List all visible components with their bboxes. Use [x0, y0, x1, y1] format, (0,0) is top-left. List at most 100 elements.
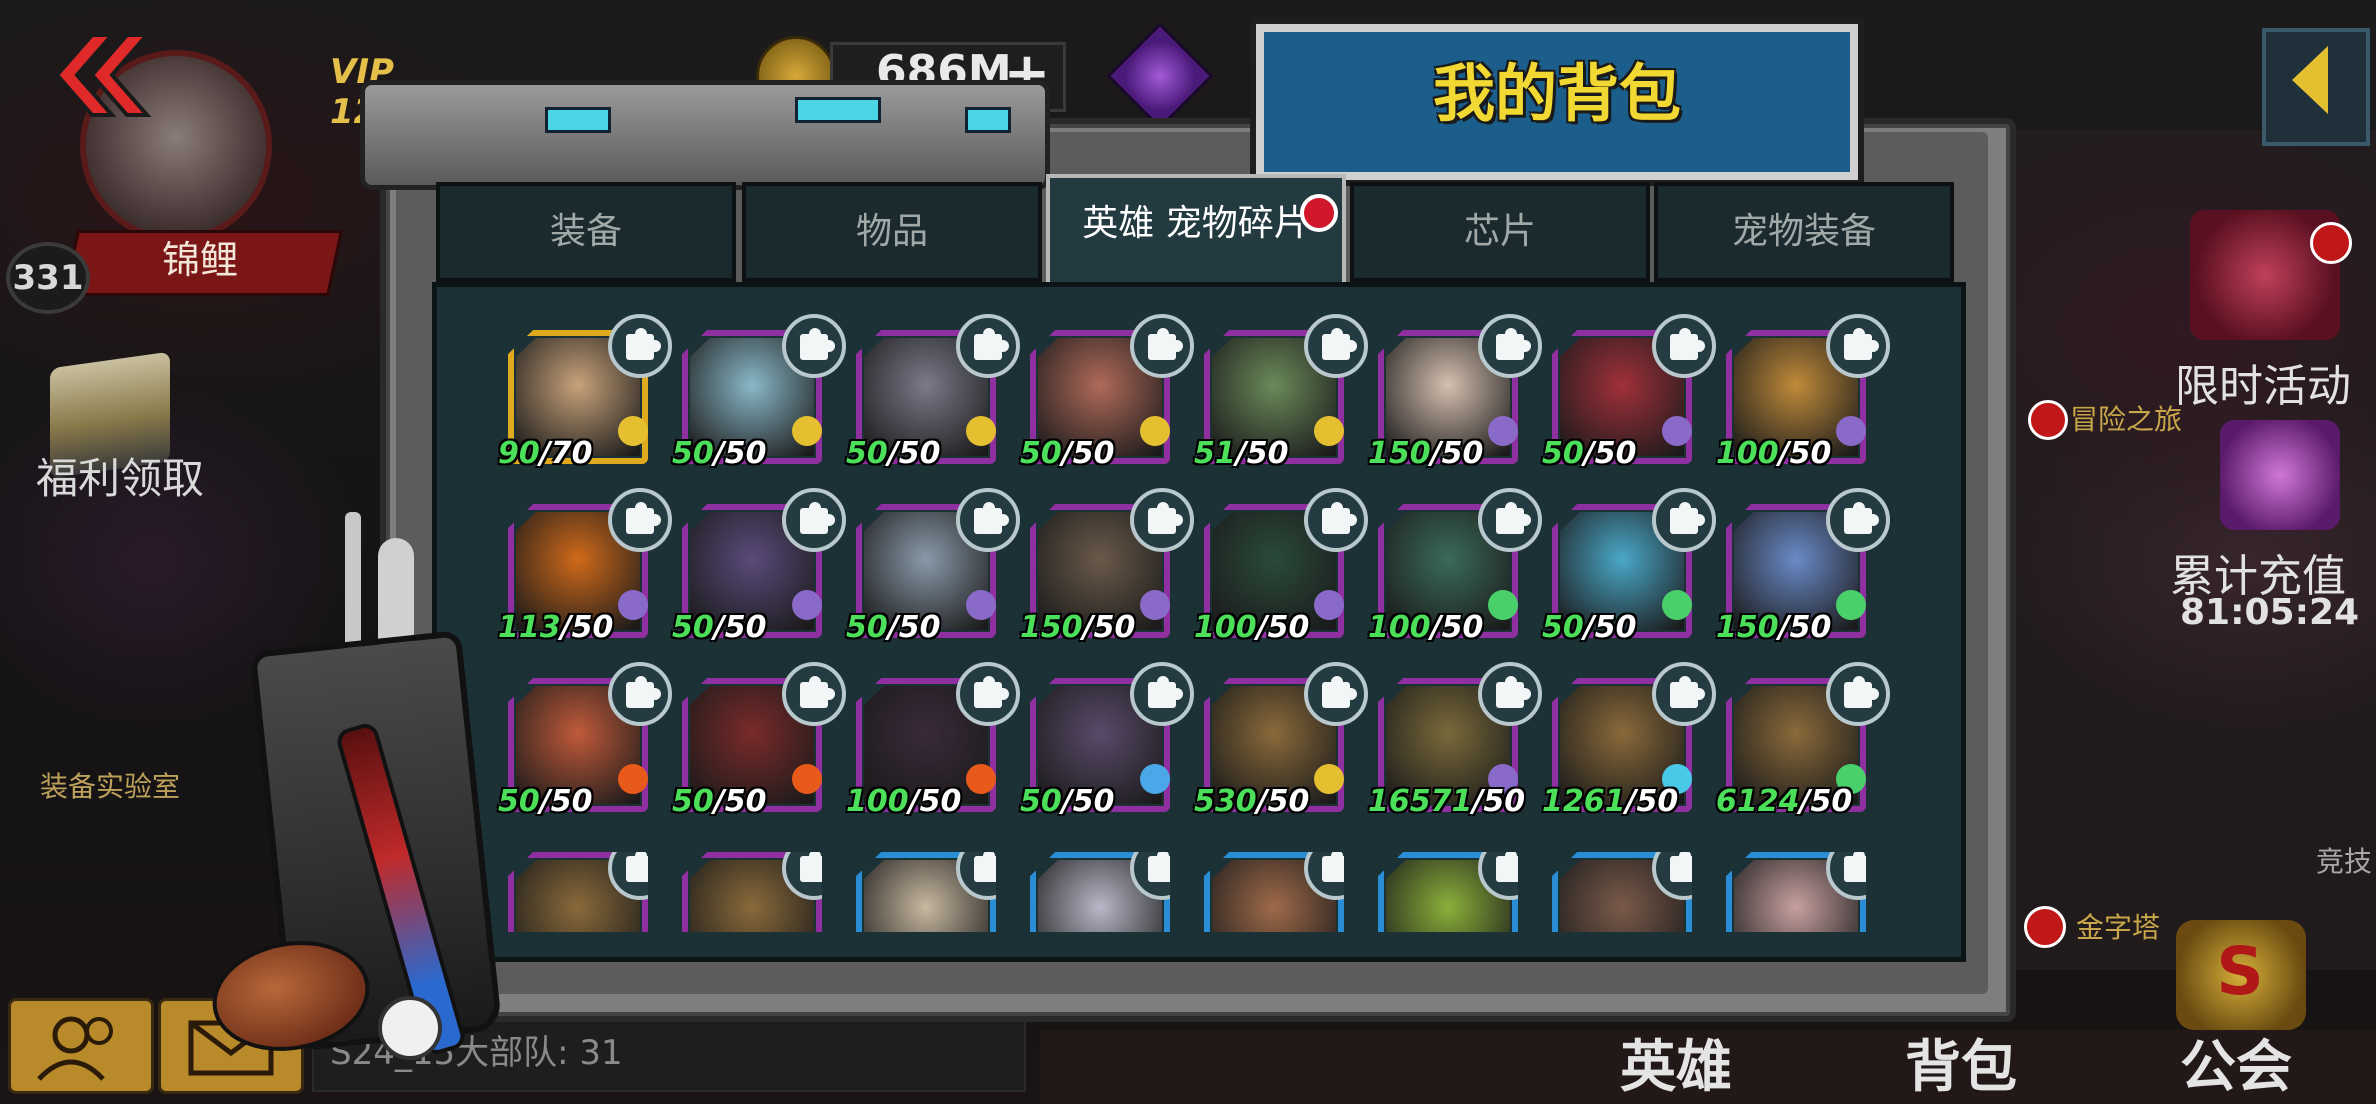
nav-guild[interactable]: 公会	[2180, 1022, 2340, 1100]
shard-card[interactable]: 530/50	[1194, 662, 1368, 819]
shard-count: 100/50	[1368, 610, 1538, 650]
arena-label[interactable]: 竞技	[2316, 840, 2376, 880]
shard-owned: 113	[498, 610, 561, 645]
shard-card[interactable]: 50/50	[846, 314, 1020, 471]
notification-dot	[2024, 906, 2066, 948]
welfare-label[interactable]: 福利领取	[20, 445, 220, 503]
shard-owned: 16571	[1368, 784, 1473, 819]
shard-card[interactable]: 1261/50	[1542, 662, 1716, 819]
recharge-icon[interactable]	[2220, 420, 2340, 530]
shard-count: 1261/50	[1542, 784, 1712, 824]
shard-owned: 51	[1194, 436, 1236, 471]
tab-hero-pet-shards[interactable]: 英雄 宠物碎片	[1046, 174, 1346, 286]
shard-count: 50/50	[1020, 436, 1190, 476]
recharge-label[interactable]: 累计充值	[2170, 540, 2370, 602]
shard-card[interactable]: 100/50	[1368, 488, 1542, 645]
shard-required: /50	[560, 610, 614, 645]
shard-required: /50	[1061, 784, 1115, 819]
shard-card[interactable]	[1378, 852, 1518, 932]
tab-pet-equipment[interactable]: 宠物装备	[1654, 182, 1954, 282]
puzzle-piece-icon	[1652, 488, 1716, 552]
puzzle-piece-icon	[1652, 662, 1716, 726]
equipment-lab-label[interactable]: 装备实验室	[40, 765, 230, 805]
limited-event-label[interactable]: 限时活动	[2175, 350, 2375, 412]
shard-owned: 50	[1542, 436, 1584, 471]
nav-hero[interactable]: 英雄	[1620, 1022, 1780, 1100]
shard-card[interactable]	[856, 852, 996, 932]
shard-required: /50	[887, 436, 941, 471]
shard-card[interactable]: 150/50	[1716, 488, 1890, 645]
shard-card[interactable]: 51/50	[1194, 314, 1368, 471]
puzzle-piece-icon	[1130, 314, 1194, 378]
puzzle-piece-icon	[956, 488, 1020, 552]
shard-count: 6124/50	[1716, 784, 1886, 824]
shard-card[interactable]: 100/50	[846, 662, 1020, 819]
tab-equipment[interactable]: 装备	[436, 182, 736, 282]
notification-dot	[2310, 222, 2352, 264]
shard-card[interactable]	[1204, 852, 1344, 932]
back-button[interactable]	[52, 30, 152, 120]
shard-card[interactable]: 50/50	[1020, 314, 1194, 471]
shard-count: 113/50	[498, 610, 668, 650]
shard-card[interactable]: 50/50	[672, 314, 846, 471]
shard-required: /50	[1799, 784, 1853, 819]
friends-icon	[37, 1016, 113, 1081]
ornament-light	[795, 97, 881, 123]
shard-card[interactable]	[1552, 852, 1692, 932]
shard-card[interactable]	[508, 852, 648, 932]
puzzle-piece-icon	[1304, 488, 1368, 552]
shard-owned: 150	[1020, 610, 1083, 645]
shard-card[interactable]: 50/50	[1542, 488, 1716, 645]
shard-required: /50	[1256, 610, 1310, 645]
shard-required: /50	[539, 784, 593, 819]
shard-card[interactable]: 100/50	[1716, 314, 1890, 471]
shard-card[interactable]: 16571/50	[1368, 662, 1542, 819]
shard-owned: 100	[1716, 436, 1779, 471]
shard-owned: 100	[1368, 610, 1431, 645]
shard-owned: 1261	[1542, 784, 1626, 819]
puzzle-piece-icon	[1826, 314, 1890, 378]
shard-card[interactable]: 100/50	[1194, 488, 1368, 645]
shard-card[interactable]: 113/50	[498, 488, 672, 645]
shard-card[interactable]: 150/50	[1020, 488, 1194, 645]
shard-card[interactable]: 50/50	[1020, 662, 1194, 819]
shard-card[interactable]: 90/70	[498, 314, 672, 471]
shard-card[interactable]: 50/50	[1542, 314, 1716, 471]
shard-count: 51/50	[1194, 436, 1364, 476]
shard-card[interactable]	[682, 852, 822, 932]
shard-owned: 50	[672, 436, 714, 471]
puzzle-piece-icon	[608, 488, 672, 552]
adventure-label[interactable]: 冒险之旅	[2070, 398, 2240, 438]
tab-chips[interactable]: 芯片	[1350, 182, 1650, 282]
ornament-light	[545, 107, 611, 133]
baseball-decoration	[378, 996, 442, 1060]
shard-required: /50	[908, 784, 962, 819]
puzzle-piece-icon	[1478, 488, 1542, 552]
tab-items[interactable]: 物品	[742, 182, 1042, 282]
shard-count: 50/50	[846, 436, 1016, 476]
shard-card[interactable]: 150/50	[1368, 314, 1542, 471]
nav-bag[interactable]: 背包	[1905, 1022, 2065, 1100]
shard-card[interactable]: 6124/50	[1716, 662, 1890, 819]
shard-card[interactable]: 50/50	[672, 488, 846, 645]
shard-card[interactable]	[1030, 852, 1170, 932]
puzzle-piece-icon	[1304, 314, 1368, 378]
shard-required: /50	[1430, 436, 1484, 471]
shard-card[interactable]: 50/50	[498, 662, 672, 819]
fork-decoration	[345, 512, 361, 662]
shard-required: /50	[1082, 610, 1136, 645]
shard-count: 50/50	[498, 784, 668, 824]
shard-count: 530/50	[1194, 784, 1364, 824]
shard-card[interactable]	[1726, 852, 1866, 932]
shard-required: /50	[1061, 436, 1115, 471]
puzzle-piece-icon	[1130, 488, 1194, 552]
puzzle-piece-icon	[1826, 662, 1890, 726]
shard-owned: 50	[672, 784, 714, 819]
friends-button[interactable]	[8, 998, 154, 1094]
shard-card[interactable]: 50/50	[672, 662, 846, 819]
player-level-badge: 331	[6, 242, 90, 314]
puzzle-piece-icon	[1652, 314, 1716, 378]
shard-owned: 50	[1020, 784, 1062, 819]
shard-card[interactable]: 50/50	[846, 488, 1020, 645]
shard-count: 16571/50	[1368, 784, 1538, 824]
